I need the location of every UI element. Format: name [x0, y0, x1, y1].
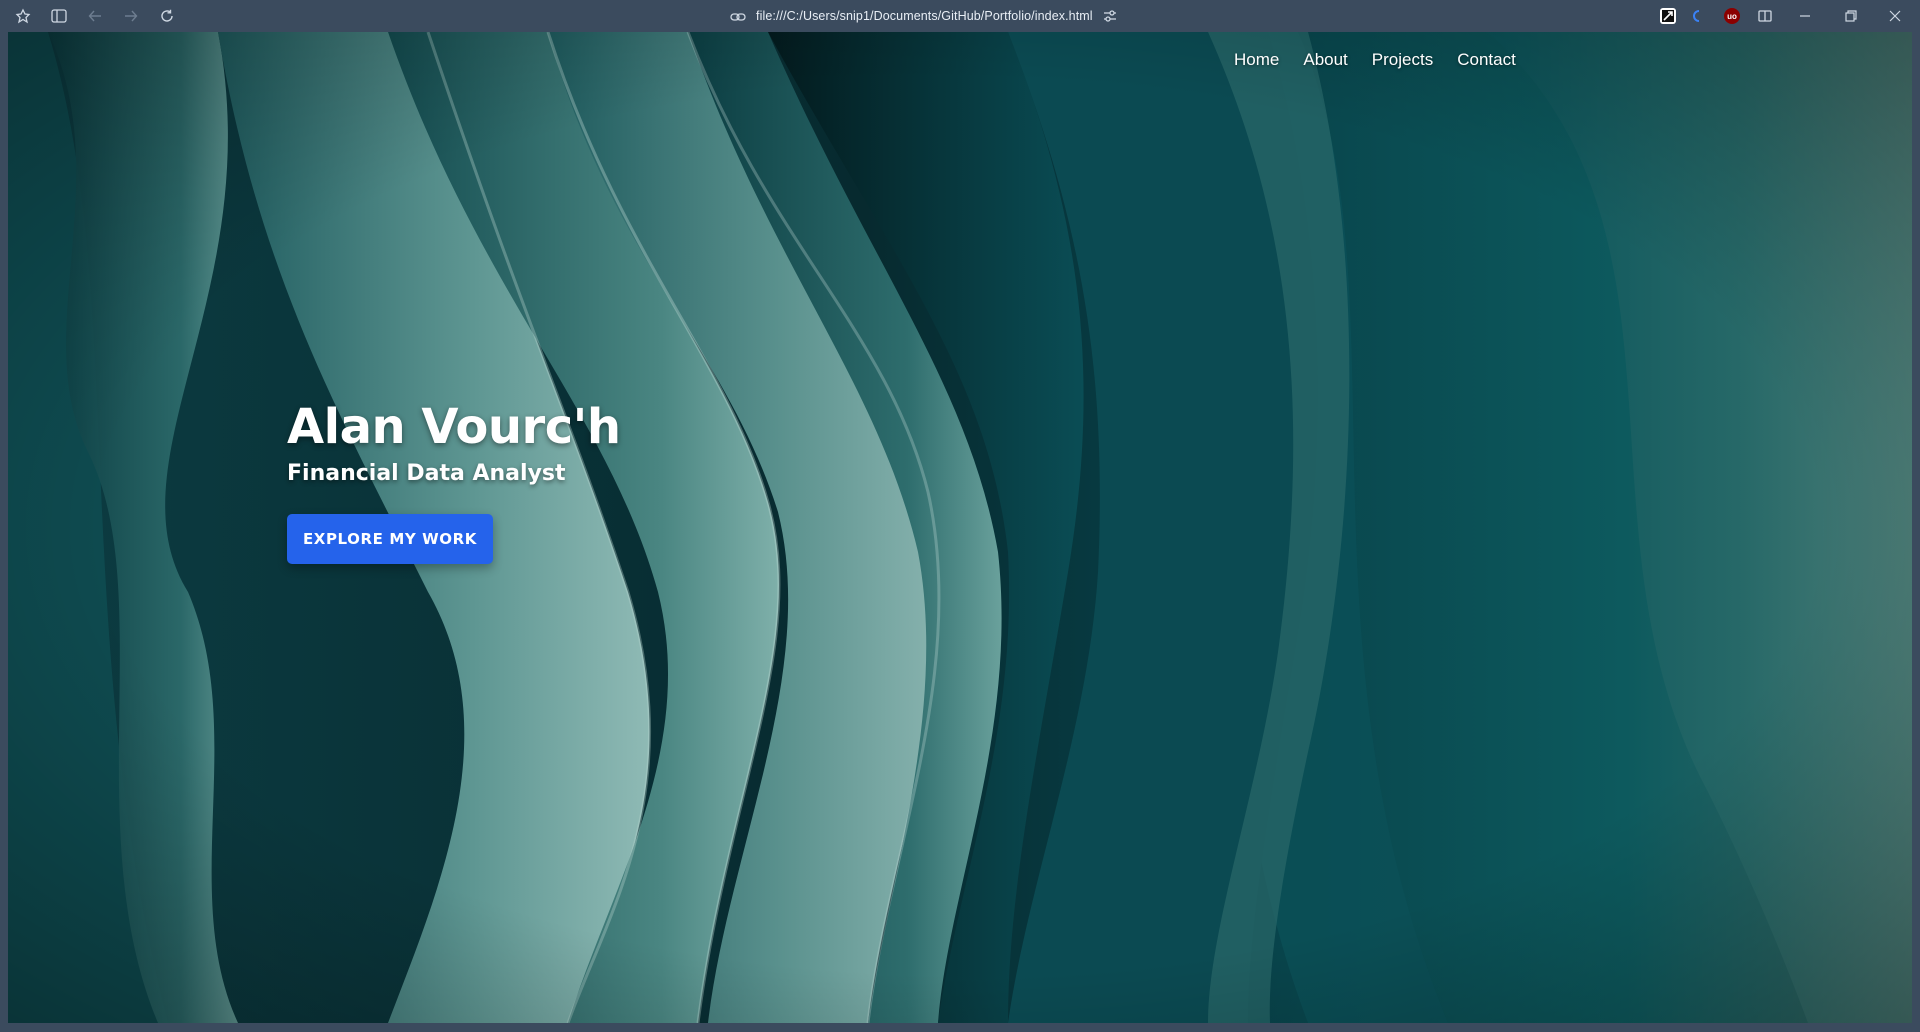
- workspaces-icon[interactable]: [12, 6, 34, 26]
- close-icon[interactable]: [1884, 6, 1906, 26]
- main-nav: Home About Projects Contact: [1234, 50, 1516, 70]
- forward-arrow-icon[interactable]: [120, 6, 142, 26]
- explore-my-work-button[interactable]: EXPLORE MY WORK: [287, 514, 493, 564]
- browser-toolbar: file:///C:/Users/snip1/Documents/GitHub/…: [0, 0, 1920, 32]
- restore-icon[interactable]: [1840, 6, 1862, 26]
- browser-window: file:///C:/Users/snip1/Documents/GitHub/…: [0, 0, 1920, 1032]
- window-bottom-border: [0, 1023, 1920, 1032]
- nav-about-link[interactable]: About: [1303, 50, 1347, 70]
- ublock-extension-icon[interactable]: uo: [1724, 8, 1740, 24]
- ublock-label: uo: [1727, 11, 1737, 21]
- address-bar[interactable]: file:///C:/Users/snip1/Documents/GitHub/…: [730, 6, 1117, 26]
- hero-name: Alan Vourc'h: [287, 399, 621, 455]
- nav-projects-link[interactable]: Projects: [1372, 50, 1433, 70]
- hero-job-title: Financial Data Analyst: [287, 461, 566, 486]
- hero-section: Alan Vourc'h Financial Data Analyst EXPL…: [287, 399, 621, 564]
- tune-icon[interactable]: [1103, 7, 1117, 26]
- link-icon[interactable]: [730, 7, 746, 26]
- page-viewport: Home About Projects Contact Alan Vourc'h…: [8, 32, 1912, 1023]
- nav-contact-link[interactable]: Contact: [1457, 50, 1516, 70]
- sidebar-toggle-icon[interactable]: [48, 6, 70, 26]
- split-view-icon[interactable]: [1754, 6, 1776, 26]
- back-arrow-icon[interactable]: [84, 6, 106, 26]
- nav-home-link[interactable]: Home: [1234, 50, 1279, 70]
- minimize-icon[interactable]: [1794, 6, 1816, 26]
- reload-icon[interactable]: [156, 6, 178, 26]
- extension-2-icon[interactable]: [1688, 8, 1704, 24]
- url-text[interactable]: file:///C:/Users/snip1/Documents/GitHub/…: [756, 9, 1093, 23]
- extension-1-icon[interactable]: [1660, 8, 1676, 24]
